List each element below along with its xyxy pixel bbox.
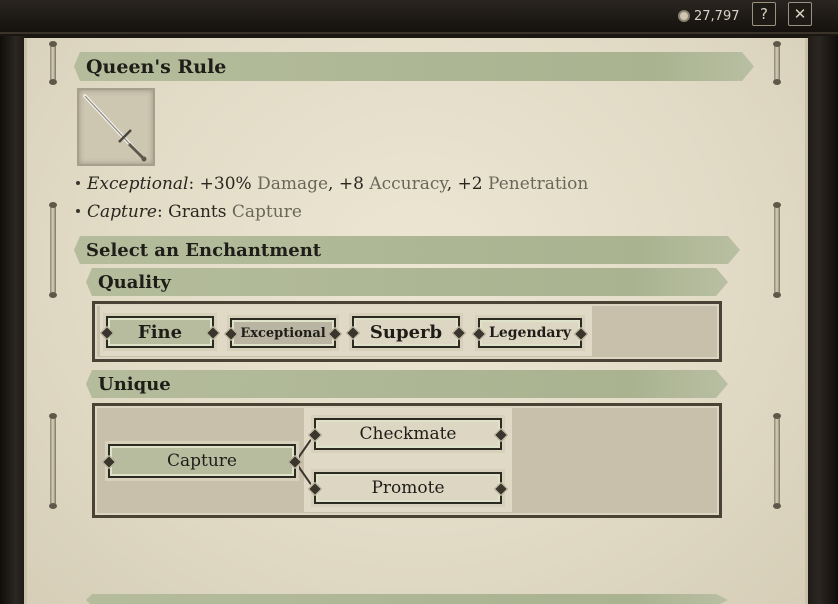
unique-slot-checkmate[interactable]: Checkmate [314, 418, 502, 450]
quality-slot-fine[interactable]: Fine [106, 316, 214, 348]
quality-header-band: Quality [86, 268, 728, 296]
bullet-icon [76, 180, 80, 185]
scroll-rod [49, 413, 57, 509]
item-title-band: Queen's Rule [74, 52, 754, 81]
stat-link[interactable]: Penetration [488, 174, 588, 194]
stat-link[interactable]: Accuracy [369, 174, 446, 194]
quality-header: Quality [98, 271, 171, 293]
unique-header: Unique [98, 373, 171, 395]
scroll-rod [773, 41, 781, 85]
property-exceptional: Exceptional: +30% Damage, +8 Accuracy, +… [76, 174, 588, 194]
ability-link[interactable]: Capture [232, 202, 302, 222]
enchant-header-band: Select an Enchantment [74, 236, 740, 264]
gold-amount: 27,797 [694, 8, 740, 24]
close-icon: ✕ [793, 5, 807, 23]
gold-counter: 27,797 [678, 6, 740, 26]
quality-slot-legendary[interactable]: Legendary [478, 318, 582, 348]
scroll-rod [49, 202, 57, 298]
enchant-header: Select an Enchantment [86, 239, 322, 261]
property-name: Exceptional [87, 174, 189, 194]
frame-right [806, 36, 838, 604]
scroll-rod [773, 202, 781, 298]
next-section-band [86, 594, 728, 604]
item-icon-frame[interactable] [77, 88, 155, 166]
item-name: Queen's Rule [86, 55, 227, 78]
scroll-rod [49, 41, 57, 85]
property-capture: Capture: Grants Capture [76, 202, 302, 222]
sword-icon [83, 94, 147, 162]
property-name: Capture [87, 202, 157, 222]
frame-left [0, 36, 26, 604]
unique-slot-promote[interactable]: Promote [314, 472, 502, 504]
unique-header-band: Unique [86, 370, 728, 398]
close-button[interactable]: ✕ [788, 2, 812, 26]
bullet-icon [76, 208, 80, 213]
quality-slot-exceptional[interactable]: Exceptional [230, 318, 336, 348]
scroll-rod [773, 413, 781, 509]
top-bar: 27,797 ? ✕ [0, 0, 838, 34]
stat-link[interactable]: Damage [257, 174, 328, 194]
help-button[interactable]: ? [752, 2, 776, 26]
coin-icon [678, 10, 690, 22]
unique-slot-capture[interactable]: Capture [108, 444, 296, 478]
quality-slot-superb[interactable]: Superb [352, 316, 460, 348]
